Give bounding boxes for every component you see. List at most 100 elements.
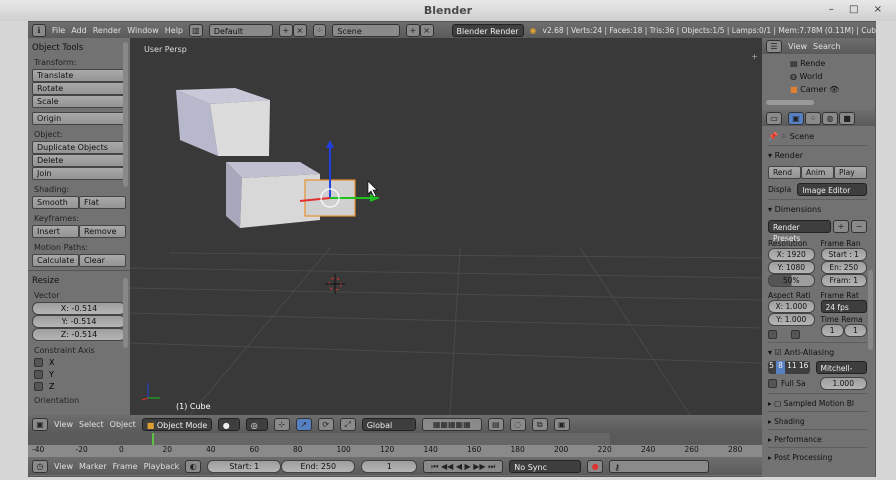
menu-file[interactable]: File — [52, 26, 65, 35]
menu-view[interactable]: View — [788, 42, 807, 51]
resolution-x-field[interactable]: X: 1920 — [768, 248, 815, 261]
remap-new-field[interactable]: 1 — [843, 324, 867, 337]
scale-manipulator-icon[interactable]: ⤢ — [339, 417, 356, 431]
outliner-hscroll[interactable] — [766, 100, 814, 105]
add-layout-icon[interactable]: + — [278, 23, 293, 37]
clear-button[interactable]: Clear — [79, 254, 126, 267]
editor-type-icon[interactable]: ☰ — [766, 39, 782, 53]
aa-sample-16[interactable]: 16 — [799, 361, 809, 374]
record-icon[interactable]: ● — [587, 459, 604, 473]
calculate-button[interactable]: Calculate — [32, 254, 79, 267]
world-tab-icon[interactable]: ◍ — [822, 111, 838, 125]
panel-performance[interactable]: ▸ Performance — [768, 429, 867, 447]
menu-window[interactable]: Window — [127, 26, 159, 35]
display-select[interactable]: Image Editor — [797, 183, 867, 196]
insert-button[interactable]: Insert — [32, 225, 79, 238]
play-button[interactable]: Play — [834, 166, 867, 179]
render-panel-header[interactable]: ▾ Render — [768, 151, 867, 160]
manipulator-toggle-icon[interactable]: ⊹ — [273, 417, 290, 431]
delete-button[interactable]: Delete — [32, 154, 126, 167]
aa-filter-select[interactable]: Mitchell- — [815, 361, 867, 374]
menu-select[interactable]: Select — [79, 420, 104, 429]
end-frame-field[interactable]: End: 250 — [281, 459, 356, 473]
remove-button[interactable]: Remove — [79, 225, 126, 238]
animation-button[interactable]: Anim — [801, 166, 834, 179]
editor-type-icon[interactable]: ▣ — [32, 417, 48, 431]
fps-select[interactable]: 24 fps — [820, 300, 867, 313]
aa-sample-8[interactable]: 8 — [776, 361, 785, 374]
timeline[interactable]: -40 -20 0 20 40 60 80 100 120 140 160 180 200 220 240 2… — [28, 433, 762, 457]
vector-y-field[interactable]: Y: -0.514 — [32, 315, 126, 328]
sync-select[interactable]: No Sync — [509, 459, 582, 473]
remove-scene-icon[interactable]: × — [419, 23, 434, 37]
dimensions-panel-header[interactable]: ▾ Dimensions — [768, 205, 867, 214]
render-tab-icon[interactable]: ▣ — [788, 111, 804, 125]
layers-grid[interactable]: ▦▦▦▦▦ — [421, 417, 482, 431]
add-preset-icon[interactable]: + — [833, 220, 849, 233]
aa-size-field[interactable]: 1.000 — [819, 377, 867, 390]
pivot-select[interactable]: ◎ — [245, 417, 268, 431]
menu-search[interactable]: Search — [813, 42, 840, 51]
crop-checkbox[interactable] — [791, 330, 800, 339]
scale-button[interactable]: Scale — [32, 95, 126, 108]
lock-icon[interactable]: ▤ — [487, 417, 504, 431]
panel-shading[interactable]: ▸ Shading — [768, 411, 867, 429]
scene-tab-icon[interactable]: ⁘ — [805, 111, 821, 125]
resolution-percent-slider[interactable]: 50% — [768, 274, 815, 287]
rotate-button[interactable]: Rotate — [32, 82, 126, 95]
constraint-y-checkbox[interactable]: Y — [34, 370, 124, 379]
panel-post-processing[interactable]: ▸ Post Processing — [768, 447, 867, 465]
render-button[interactable]: Rend — [768, 166, 801, 179]
full-sample-checkbox[interactable]: Full Sa — [768, 377, 814, 390]
menu-marker[interactable]: Marker — [79, 462, 107, 471]
constraint-z-checkbox[interactable]: Z — [34, 382, 124, 391]
outliner-item-camera[interactable]: ■ Camer 👁 — [790, 83, 875, 96]
menu-view[interactable]: View — [54, 420, 73, 429]
smooth-button[interactable]: Smooth — [32, 196, 79, 209]
orientation-select[interactable]: Global — [361, 417, 416, 431]
render-presets-select[interactable]: Render Presets — [768, 220, 831, 243]
translate-manipulator-icon[interactable]: ↗ — [295, 417, 312, 431]
snap-icon[interactable]: ⧉ — [531, 417, 548, 431]
keying-set-field[interactable]: ⚷ — [609, 459, 710, 473]
object-tools-header[interactable]: Object Tools — [32, 43, 126, 53]
outliner-item-render[interactable]: ▤ Rende — [790, 57, 875, 70]
menu-playback[interactable]: Playback — [144, 462, 180, 471]
menu-help[interactable]: Help — [165, 26, 183, 35]
window-controls[interactable]: – □ × — [829, 4, 888, 15]
playback-controls[interactable]: ⏮ ◀◀ ◀ ▶ ▶▶ ⏭ — [423, 459, 504, 473]
proportional-icon[interactable]: ◌ — [509, 417, 526, 431]
menu-add[interactable]: Add — [71, 26, 87, 35]
outliner-item-world[interactable]: ◍ World — [790, 70, 875, 83]
rotate-manipulator-icon[interactable]: ⟳ — [317, 417, 334, 431]
frame-step-field[interactable]: Fram: 1 — [820, 274, 867, 287]
remove-layout-icon[interactable]: × — [292, 23, 307, 37]
menu-render[interactable]: Render — [93, 26, 121, 35]
render-icon[interactable]: ▣ — [553, 417, 570, 431]
current-frame-field[interactable]: 1 — [361, 459, 418, 473]
duplicate-button[interactable]: Duplicate Objects — [32, 141, 126, 154]
vector-z-field[interactable]: Z: -0.514 — [32, 328, 126, 341]
scene-select[interactable]: Scene — [332, 23, 400, 37]
border-checkbox[interactable] — [768, 330, 777, 339]
current-frame-marker[interactable] — [152, 433, 154, 445]
aspect-x-field[interactable]: X: 1.000 — [768, 300, 815, 313]
remap-old-field[interactable]: 1 — [820, 324, 844, 337]
3d-viewport[interactable]: User Persp (1) Cube + — [130, 38, 762, 415]
resize-header[interactable]: Resize — [32, 276, 126, 286]
panel-motion-blur[interactable]: ▸ ▢ Sampled Motion Bl — [768, 393, 867, 411]
operator-scrollbar[interactable] — [123, 278, 128, 348]
menu-frame[interactable]: Frame — [113, 462, 138, 471]
aa-sample-11[interactable]: 11 — [787, 361, 797, 374]
object-tab-icon[interactable]: ■ — [839, 111, 855, 125]
end-frame-field[interactable]: En: 250 — [820, 261, 867, 274]
aspect-y-field[interactable]: Y: 1.000 — [768, 313, 815, 326]
properties-scrollbar[interactable] — [868, 270, 873, 350]
mode-select[interactable]: ■ Object Mode — [141, 417, 212, 431]
origin-button[interactable]: Origin — [32, 112, 126, 125]
start-frame-field[interactable]: Start: 1 — [207, 459, 282, 473]
editor-type-icon[interactable]: ℹ — [32, 23, 46, 37]
editor-type-icon[interactable]: ▭ — [766, 111, 782, 125]
aa-samples[interactable]: 5 8 11 16 — [768, 361, 810, 374]
flat-button[interactable]: Flat — [79, 196, 126, 209]
